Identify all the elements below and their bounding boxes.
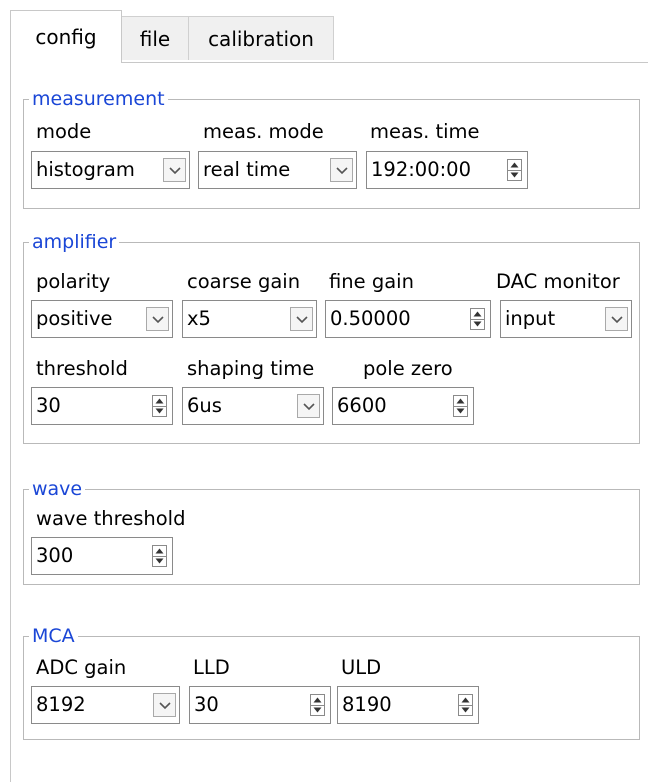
uld-spin-buttons[interactable] [458,694,473,716]
dac-monitor-combo[interactable]: input [500,300,632,338]
spin-down-icon[interactable] [508,170,521,180]
wave-threshold-label: wave threshold [36,507,186,530]
mode-label: mode [36,120,92,143]
polarity-dropdown-button[interactable] [146,307,169,331]
chevron-down-icon [610,316,623,324]
shaping-time-combo[interactable]: 6us [182,387,324,425]
tab-calibration-label: calibration [208,26,314,51]
fine-gain-spin-buttons[interactable] [470,308,485,330]
measurement-group-title: measurement [29,88,168,110]
spin-down-icon[interactable] [471,319,484,329]
meas-time-spinbox[interactable]: 192:00:00 [366,151,528,189]
chevron-down-icon [335,167,348,175]
spin-down-icon[interactable] [153,556,166,566]
wave-threshold-spin-buttons[interactable] [152,545,167,567]
meas-time-label: meas. time [370,120,480,143]
pole-zero-value: 6600 [337,394,387,417]
dac-monitor-value: input [505,307,556,330]
coarse-gain-dropdown-button[interactable] [290,307,313,331]
coarse-gain-value: x5 [187,307,211,330]
lld-spin-buttons[interactable] [310,694,325,716]
tab-config-label: config [35,25,97,49]
lld-value: 30 [194,693,219,716]
uld-spinbox[interactable]: 8190 [337,686,479,724]
tab-file[interactable]: file [121,16,189,60]
shaping-time-label: shaping time [187,357,315,380]
adc-gain-dropdown-button[interactable] [153,693,176,717]
dac-monitor-dropdown-button[interactable] [605,307,628,331]
mca-group-title: MCA [29,625,78,647]
mode-dropdown-button[interactable] [163,158,186,182]
polarity-label: polarity [36,270,111,293]
chevron-down-icon [302,403,315,411]
tab-calibration[interactable]: calibration [188,16,334,60]
chevron-down-icon [295,316,308,324]
lld-label: LLD [193,656,230,679]
pole-zero-spin-buttons[interactable] [453,395,468,417]
threshold-value: 30 [36,394,61,417]
adc-gain-value: 8192 [36,693,86,716]
fine-gain-spinbox[interactable]: 0.50000 [325,300,491,338]
uld-label: ULD [341,656,382,679]
tab-file-label: file [139,26,171,51]
fine-gain-value: 0.50000 [330,307,411,330]
spin-down-icon[interactable] [459,705,472,715]
polarity-value: positive [36,307,113,330]
chevron-down-icon [168,167,181,175]
meas-time-spin-buttons[interactable] [507,159,522,181]
amplifier-group-title: amplifier [29,231,120,253]
lld-spinbox[interactable]: 30 [189,686,331,724]
shaping-time-dropdown-button[interactable] [297,394,320,418]
spin-down-icon[interactable] [153,406,166,416]
spin-down-icon[interactable] [454,406,467,416]
shaping-time-value: 6us [187,394,222,417]
meas-mode-label: meas. mode [203,120,324,143]
wave-threshold-value: 300 [36,544,74,567]
uld-value: 8190 [342,693,392,716]
pole-zero-spinbox[interactable]: 6600 [332,387,474,425]
adc-gain-label: ADC gain [36,656,127,679]
mode-combo[interactable]: histogram [31,151,190,189]
coarse-gain-combo[interactable]: x5 [182,300,317,338]
polarity-combo[interactable]: positive [31,300,173,338]
meas-mode-value: real time [203,158,291,181]
dac-monitor-label: DAC monitor [496,270,620,293]
meas-mode-combo[interactable]: real time [198,151,357,189]
threshold-label: threshold [36,357,128,380]
fine-gain-label: fine gain [329,270,414,293]
threshold-spinbox[interactable]: 30 [31,387,173,425]
mode-value: histogram [36,158,135,181]
meas-mode-dropdown-button[interactable] [330,158,353,182]
threshold-spin-buttons[interactable] [152,395,167,417]
chevron-down-icon [158,702,171,710]
chevron-down-icon [151,316,164,324]
wave-group-title: wave [29,478,86,500]
spin-down-icon[interactable] [311,705,324,715]
coarse-gain-label: coarse gain [187,270,301,293]
adc-gain-combo[interactable]: 8192 [31,686,180,724]
pole-zero-label: pole zero [363,357,453,380]
tab-config[interactable]: config [10,10,122,63]
meas-time-value: 192:00:00 [371,158,471,181]
wave-threshold-spinbox[interactable]: 300 [31,537,173,575]
